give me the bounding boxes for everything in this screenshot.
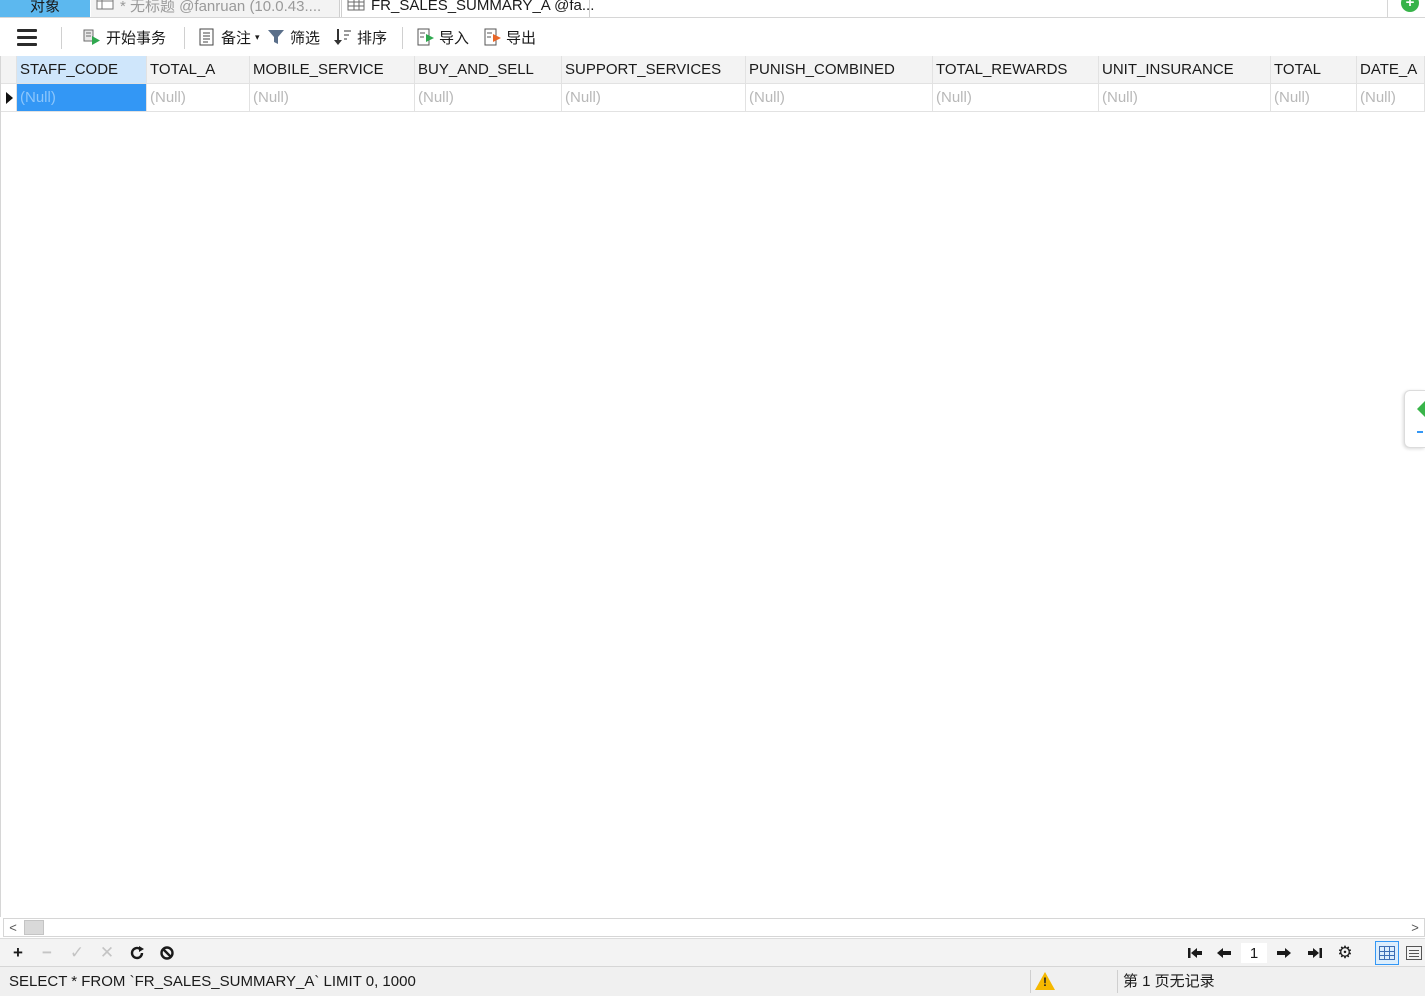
sort-icon [333,27,353,47]
new-tab-button[interactable]: + [1401,0,1419,12]
toolbar-divider [402,27,403,49]
column-header-unit-insurance[interactable]: UNIT_INSURANCE [1099,56,1271,84]
sort-button[interactable]: 排序 [333,18,387,56]
expand-arrow-icon [1417,401,1425,417]
begin-transaction-button[interactable]: 开始事务 [82,18,166,56]
status-bar: SELECT * FROM `FR_SALES_SUMMARY_A` LIMIT… [0,966,1425,996]
filter-icon [266,27,286,47]
toolbar: 开始事务 备注 ▾ 筛选 排序 导入 导出 [0,18,1425,56]
table-icon [347,0,365,15]
begin-transaction-label: 开始事务 [106,29,167,47]
filter-button[interactable]: 筛选 [266,18,320,56]
plus-icon[interactable]: + [7,942,29,964]
memo-label: 备注 [221,29,252,47]
first-page-icon[interactable] [1184,942,1206,964]
tab-untitled-query[interactable]: * 无标题 @fanruan (10.0.43.... [91,0,340,17]
table-cell[interactable]: (Null) [1357,84,1425,112]
status-record-count: 第 1 页无记录 [1123,973,1215,990]
tab-strip: 对象 * 无标题 @fanruan (10.0.43.... FR_SALES_… [0,0,1425,18]
current-row-indicator[interactable] [1,84,17,112]
table-cell[interactable]: (Null) [17,84,147,112]
table-cell[interactable]: (Null) [933,84,1099,112]
tab-strip-divider [1387,0,1388,17]
prev-page-icon[interactable] [1213,942,1235,964]
column-header-staff-code[interactable]: STAFF_CODE [17,56,147,84]
table-cell[interactable]: (Null) [147,84,250,112]
record-action-bar: + − ✓ ✕ 1 ⚙ [0,938,1425,966]
import-icon [415,27,435,47]
sort-label: 排序 [357,29,388,47]
column-header-total-rewards[interactable]: TOTAL_REWARDS [933,56,1099,84]
export-icon [482,27,502,47]
transaction-icon [82,27,102,47]
next-page-icon[interactable] [1273,942,1295,964]
stop-icon[interactable] [156,942,178,964]
grid-view-button[interactable] [1375,941,1399,965]
tab-fr-sales-summary-label: FR_SALES_SUMMARY_A @fa... [371,0,595,14]
import-label: 导入 [439,29,470,47]
grid-header-row: STAFF_CODE TOTAL_A MOBILE_SERVICE BUY_AN… [1,56,1425,84]
toolbar-divider [61,27,62,49]
memo-dropdown-icon[interactable]: ▾ [255,32,260,43]
scrollbar-thumb[interactable] [24,920,44,935]
data-grid: STAFF_CODE TOTAL_A MOBILE_SERVICE BUY_AN… [0,56,1425,917]
filter-label: 筛选 [290,29,321,47]
status-divider [1030,970,1031,993]
column-header-total[interactable]: TOTAL [1271,56,1357,84]
menu-button[interactable] [17,18,37,56]
check-icon[interactable]: ✓ [66,942,88,964]
query-icon [96,0,114,14]
tab-objects-label: 对象 [29,0,60,15]
column-header-mobile-service[interactable]: MOBILE_SERVICE [250,56,415,84]
tab-objects[interactable]: 对象 [0,0,90,17]
horizontal-scrollbar[interactable]: < > [3,918,1425,937]
refresh-icon[interactable] [126,942,148,964]
export-label: 导出 [506,29,537,47]
memo-button[interactable]: 备注 ▾ [197,18,260,56]
side-panel-toggle[interactable] [1404,390,1425,448]
column-header-punish-combined[interactable]: PUNISH_COMBINED [746,56,933,84]
row-pointer-icon [6,92,13,104]
column-header-buy-and-sell[interactable]: BUY_AND_SELL [415,56,562,84]
form-view-icon [1406,946,1422,960]
export-button[interactable]: 导出 [482,18,536,56]
grid-view-icon [1379,946,1395,960]
memo-icon [197,27,217,47]
status-divider [1117,970,1118,993]
column-header-date-a[interactable]: DATE_A [1357,56,1425,84]
form-view-button[interactable] [1402,941,1425,965]
column-header-total-a[interactable]: TOTAL_A [147,56,250,84]
status-sql-text: SELECT * FROM `FR_SALES_SUMMARY_A` LIMIT… [9,973,416,990]
table-row[interactable]: (Null) (Null) (Null) (Null) (Null) (Null… [1,84,1425,112]
menu-icon [17,28,37,46]
scroll-left-icon[interactable]: < [4,919,22,936]
table-cell[interactable]: (Null) [415,84,562,112]
column-header-support-services[interactable]: SUPPORT_SERVICES [562,56,746,84]
toolbar-divider [184,27,185,49]
last-page-icon[interactable] [1304,942,1326,964]
table-cell[interactable]: (Null) [1099,84,1271,112]
x-icon[interactable]: ✕ [96,942,118,964]
table-cell[interactable]: (Null) [1271,84,1357,112]
tab-untitled-query-label: * 无标题 @fanruan (10.0.43.... [120,0,322,15]
scroll-right-icon[interactable]: > [1406,919,1424,936]
warning-icon[interactable]: ! [1035,972,1055,990]
table-cell[interactable]: (Null) [250,84,415,112]
minus-icon[interactable]: − [36,942,58,964]
gear-icon[interactable]: ⚙ [1334,942,1356,964]
panel-indicator-icon [1417,431,1423,433]
import-button[interactable]: 导入 [415,18,469,56]
table-cell[interactable]: (Null) [562,84,746,112]
header-corner [1,56,17,84]
page-number-field[interactable]: 1 [1241,943,1267,963]
table-cell[interactable]: (Null) [746,84,933,112]
tab-fr-sales-summary[interactable]: FR_SALES_SUMMARY_A @fa... [341,0,594,17]
